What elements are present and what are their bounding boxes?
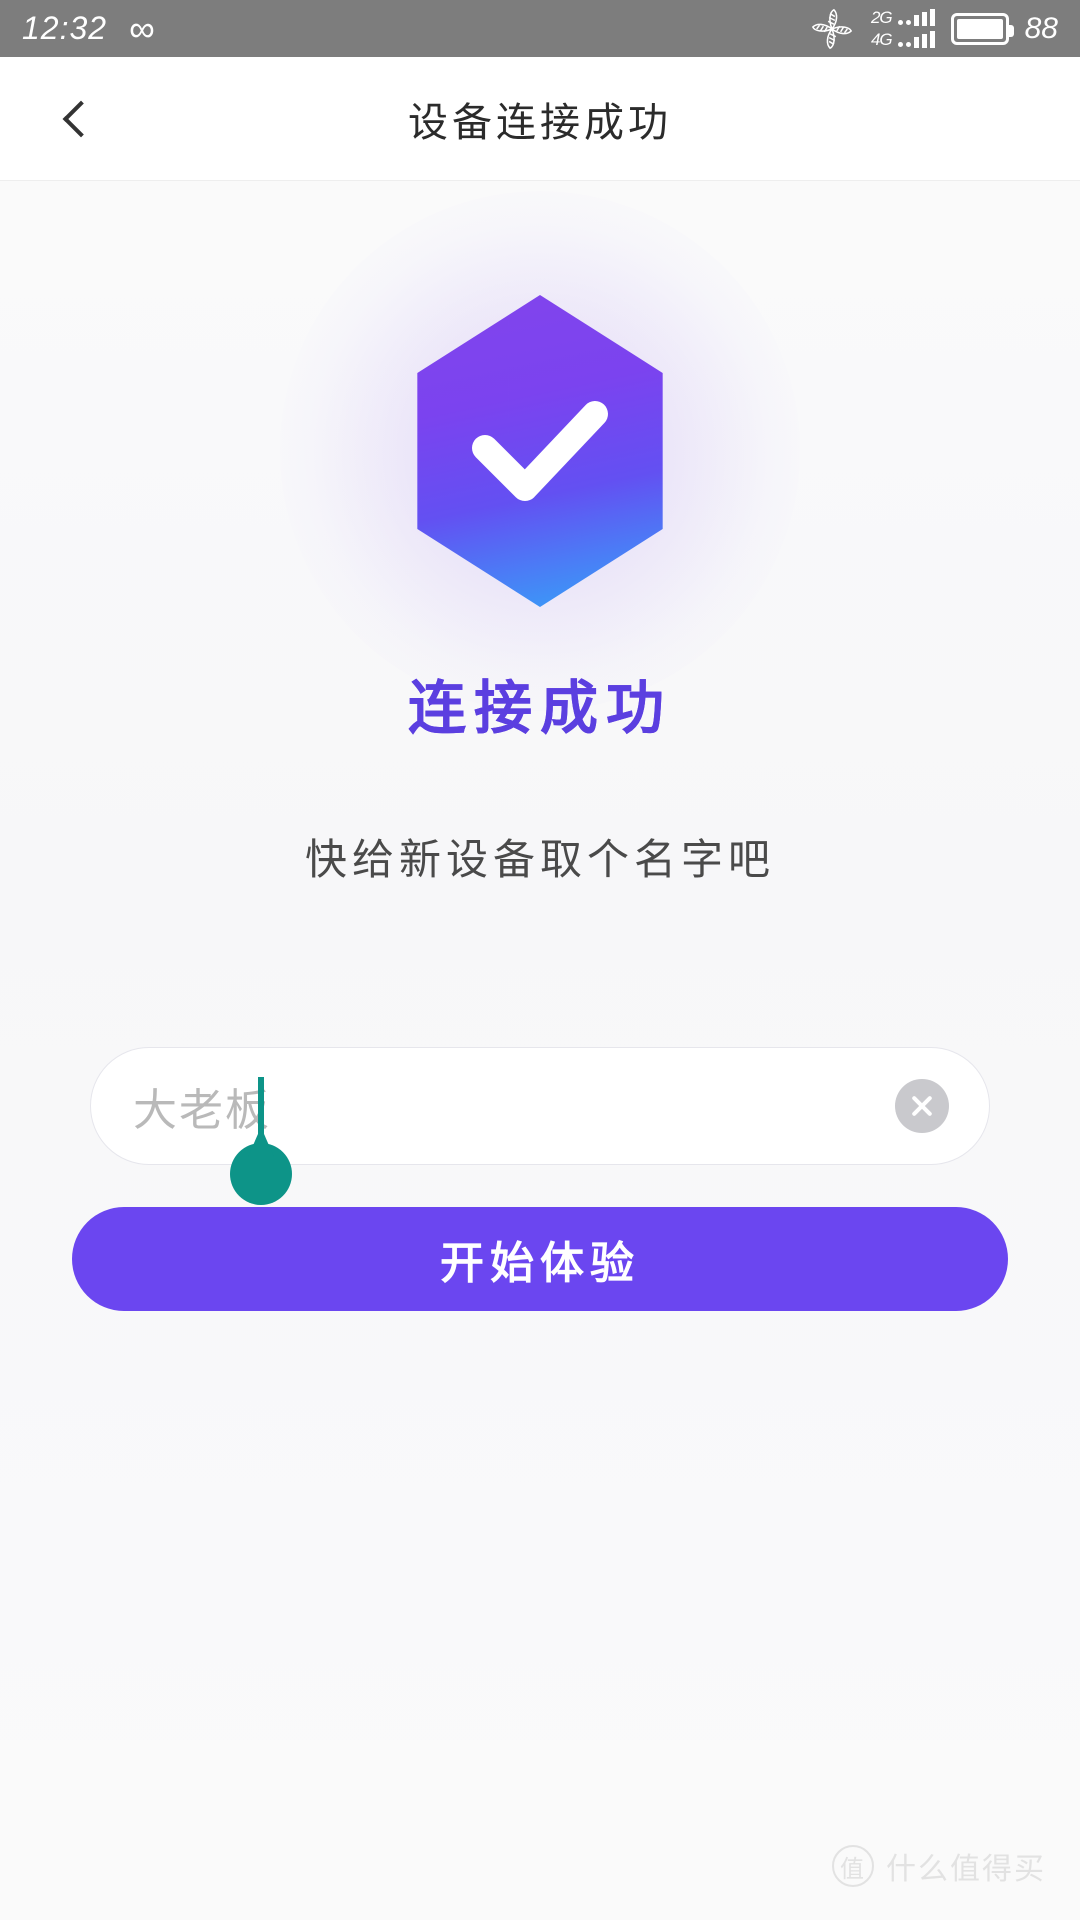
status-bar: 12:32 ∞ 2G 4G 88 bbox=[0, 0, 1080, 57]
back-button[interactable] bbox=[46, 84, 116, 154]
signal-bar bbox=[913, 15, 919, 26]
battery-icon bbox=[950, 12, 1014, 45]
checkmark-icon bbox=[472, 401, 608, 501]
signal-dot bbox=[905, 42, 911, 47]
text-cursor-handle[interactable] bbox=[230, 1143, 292, 1205]
status-bar-right: 2G 4G 88 bbox=[809, 6, 1058, 52]
success-badge-container bbox=[0, 191, 1080, 711]
close-icon bbox=[909, 1093, 935, 1119]
watermark-logo: 值 bbox=[832, 1845, 874, 1887]
watermark-text: 什么值得买 bbox=[886, 1853, 1046, 1886]
start-experience-button[interactable]: 开始体验 bbox=[72, 1207, 1008, 1311]
signal-bar bbox=[929, 9, 935, 26]
signal-bar bbox=[921, 12, 927, 26]
page-title: 设备连接成功 bbox=[408, 100, 672, 145]
signal-2g: 2G bbox=[871, 9, 935, 26]
main-content: 连接成功 快给新设备取个名字吧 大老板 开始体验 值 什么值得买 bbox=[0, 181, 1080, 1920]
signal-4g: 4G bbox=[871, 31, 935, 48]
name-prompt-label: 快给新设备取个名字吧 bbox=[304, 836, 775, 883]
battery-percent-label: 88 bbox=[1024, 11, 1058, 45]
device-name-placeholder: 大老板 bbox=[133, 1086, 271, 1135]
battery-fill bbox=[956, 18, 1003, 39]
signal-indicators: 2G 4G bbox=[871, 9, 935, 48]
device-name-input[interactable]: 大老板 bbox=[90, 1047, 990, 1165]
signal-2g-label: 2G bbox=[870, 8, 893, 27]
chevron-left-icon bbox=[62, 100, 100, 137]
signal-bar bbox=[913, 37, 919, 48]
signal-bar bbox=[921, 34, 927, 48]
status-bar-left: 12:32 ∞ bbox=[22, 7, 155, 49]
success-message: 连接成功 bbox=[0, 661, 1080, 745]
watermark: 值 什么值得买 bbox=[832, 1844, 1046, 1888]
signal-4g-label: 4G bbox=[870, 30, 893, 49]
status-clock: 12:32 bbox=[22, 10, 108, 46]
phone-screen: 12:32 ∞ 2G 4G 88 设备连接成功 连接成功 快给新设备取个名字吧 … bbox=[0, 0, 1080, 1920]
clear-input-button[interactable] bbox=[895, 1079, 949, 1133]
signal-bar bbox=[929, 31, 935, 48]
infinity-icon: ∞ bbox=[129, 7, 155, 49]
navigation-bar: 设备连接成功 bbox=[0, 57, 1080, 181]
signal-dot bbox=[897, 20, 903, 25]
signal-dot bbox=[897, 42, 903, 47]
signal-dot bbox=[905, 20, 911, 25]
fan-icon bbox=[811, 8, 853, 49]
